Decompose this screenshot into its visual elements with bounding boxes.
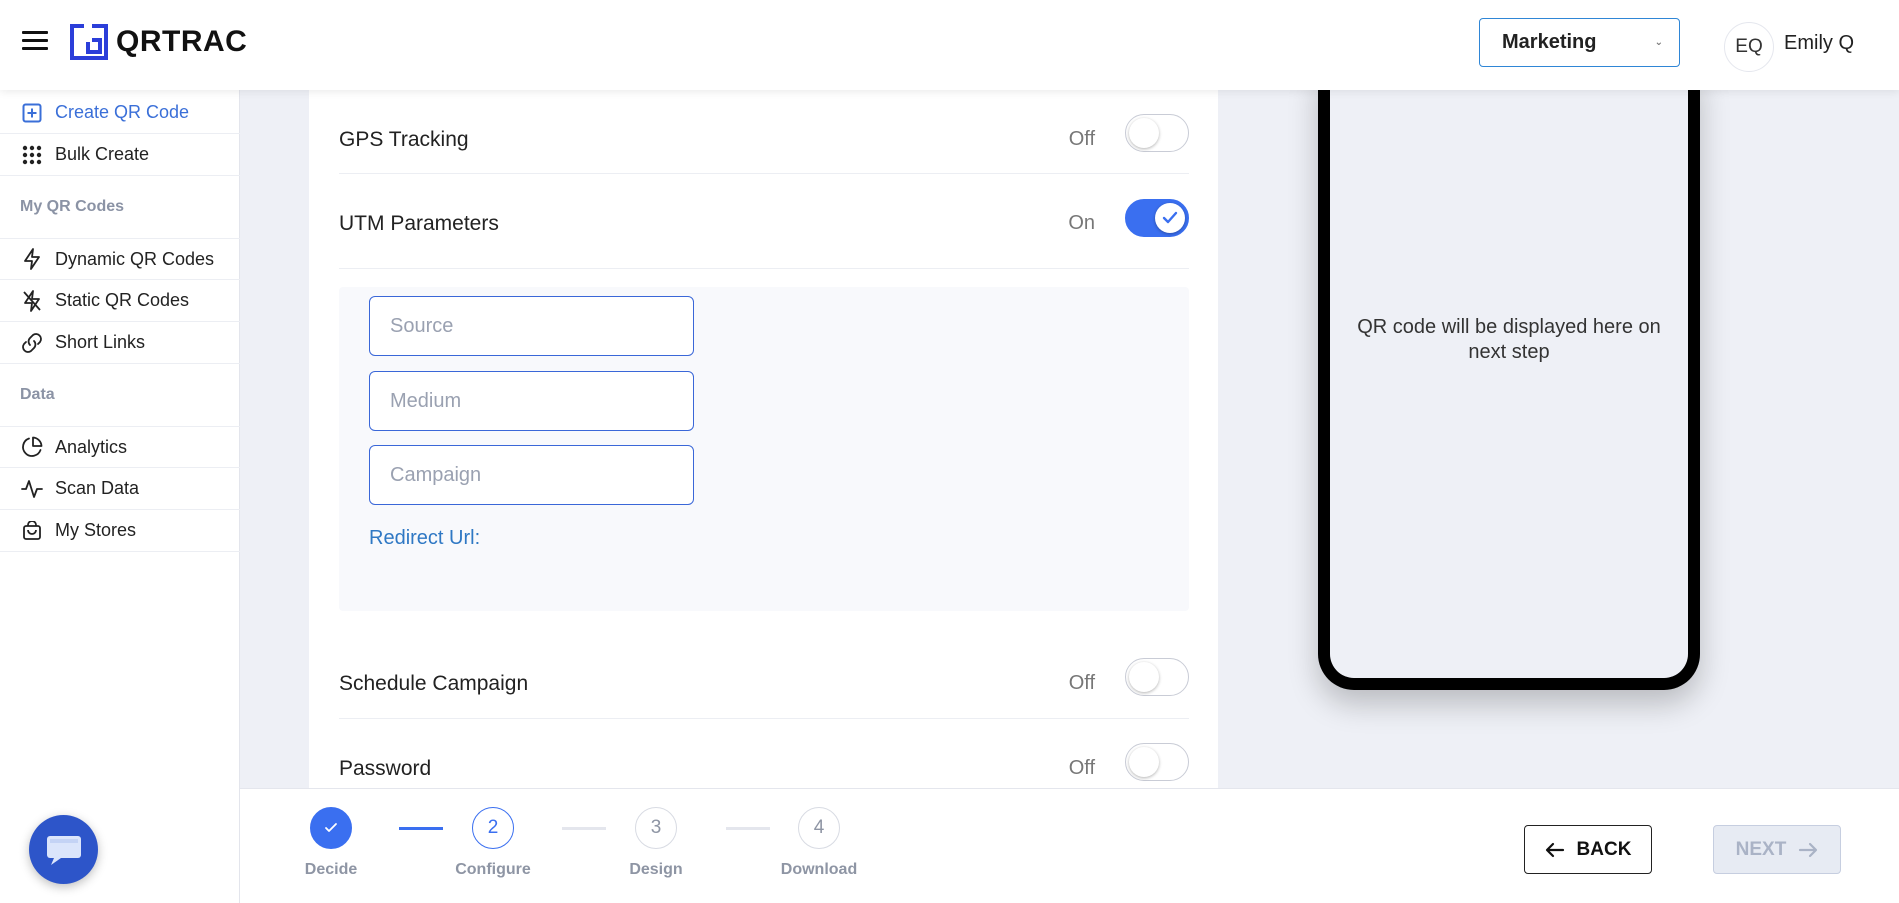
chat-icon [46,835,81,865]
utm-source-input[interactable] [369,296,694,356]
sidebar-item-label: Short Links [55,332,146,352]
workspace-value: Marketing [1502,31,1597,53]
lightning-off-icon [20,289,44,313]
sidebar-item-static-qr-codes[interactable]: Static QR Codes [0,280,240,322]
step-circle: 3 [635,807,677,849]
logo-mark-icon [70,24,110,60]
logo-text: QRTRAC [116,25,248,58]
step-design[interactable]: 3 Design [601,807,711,879]
top-header: QRTRAC Marketing ⌄ EQ Emily Q [0,0,1899,90]
link-icon [20,331,44,355]
sidebar-item-label: Create QR Code [55,102,190,122]
gps-tracking-state: Off [1068,128,1095,150]
sidebar-item-scan-data[interactable]: Scan Data [0,468,240,510]
step-circle: 4 [798,807,840,849]
redirect-url-label: Redirect Url: [369,527,481,549]
sidebar-item-label: My Stores [55,520,137,540]
sidebar-item-short-links[interactable]: Short Links [0,322,240,364]
arrow-left-icon [1545,842,1564,857]
back-button[interactable]: BACK [1524,825,1652,874]
sidebar-item-my-stores[interactable]: My Stores [0,510,240,552]
password-row: Password Off [339,719,1189,788]
chevron-down-icon: ⌄ [1654,37,1663,48]
logo[interactable]: QRTRAC [70,24,247,60]
schedule-campaign-row: Schedule Campaign Off [339,630,1189,719]
sidebar-item-label: Scan Data [55,478,140,498]
utm-parameters-state: On [1068,212,1095,234]
qr-preview-placeholder: QR code will be displayed here on next s… [1357,316,1661,363]
user-name[interactable]: Emily Q [1784,32,1854,55]
grid-dots-icon [20,143,44,167]
password-state: Off [1068,757,1095,779]
schedule-campaign-label: Schedule Campaign [339,672,529,695]
step-connector [562,827,606,830]
section-label-my-qr-codes: My QR Codes [20,198,125,215]
activity-icon [20,477,44,501]
sidebar-item-label: Dynamic QR Codes [55,248,215,269]
next-button-label: NEXT [1735,838,1787,860]
sidebar-item-bulk-create[interactable]: Bulk Create [0,134,240,176]
sidebar: Create QR Code Bulk Create My QR Codes D… [0,90,240,903]
gps-tracking-row: GPS Tracking Off [339,90,1189,174]
step-configure[interactable]: 2 Configure [438,807,548,879]
footer-stepper: Decide 2 Configure 3 Design 4 Download B… [240,788,1899,903]
step-download[interactable]: 4 Download [764,807,874,879]
utm-panel: Redirect Url: [339,287,1189,611]
gps-tracking-label: GPS Tracking [339,128,469,151]
section-label-data: Data [20,386,55,403]
workspace-select[interactable]: Marketing ⌄ [1479,18,1680,67]
shopping-bag-icon [20,519,44,543]
step-name: Configure [455,861,531,878]
schedule-campaign-toggle[interactable] [1125,658,1189,696]
configure-form: GPS Tracking Off UTM Parameters On Redir… [309,90,1218,788]
sidebar-item-label: Bulk Create [55,144,150,164]
back-button-label: BACK [1576,838,1632,860]
utm-parameters-row: UTM Parameters On [339,174,1189,269]
gps-tracking-toggle[interactable] [1125,114,1189,152]
next-button[interactable]: NEXT [1713,825,1841,874]
step-decide[interactable]: Decide [276,807,386,879]
schedule-campaign-state: Off [1068,672,1095,694]
avatar[interactable]: EQ [1724,22,1774,72]
step-name: Decide [304,861,358,878]
check-icon [1162,211,1178,224]
plus-square-icon [20,101,44,125]
sidebar-item-analytics[interactable]: Analytics [0,426,240,468]
sidebar-item-dynamic-qr-codes[interactable]: Dynamic QR Codes [0,238,240,280]
utm-medium-input[interactable] [369,371,694,431]
step-circle: 2 [472,807,514,849]
arrow-right-icon [1799,842,1818,857]
utm-parameters-label: UTM Parameters [339,212,499,235]
step-circle [310,807,352,849]
lightning-icon [20,247,44,271]
menu-icon[interactable] [22,31,48,53]
password-label: Password [339,757,432,780]
pie-chart-icon [20,435,44,459]
step-name: Design [629,861,683,878]
step-name: Download [780,861,858,878]
utm-campaign-input[interactable] [369,445,694,505]
utm-parameters-toggle[interactable] [1125,199,1189,237]
chat-button[interactable] [29,815,98,884]
sidebar-item-label: Analytics [55,436,128,457]
sidebar-item-create-qr-code[interactable]: Create QR Code [0,92,240,134]
sidebar-item-label: Static QR Codes [55,290,190,310]
check-icon [325,823,337,832]
step-connector [399,827,443,830]
password-toggle[interactable] [1125,743,1189,781]
phone-preview: QR code will be displayed here on next s… [1318,70,1700,690]
